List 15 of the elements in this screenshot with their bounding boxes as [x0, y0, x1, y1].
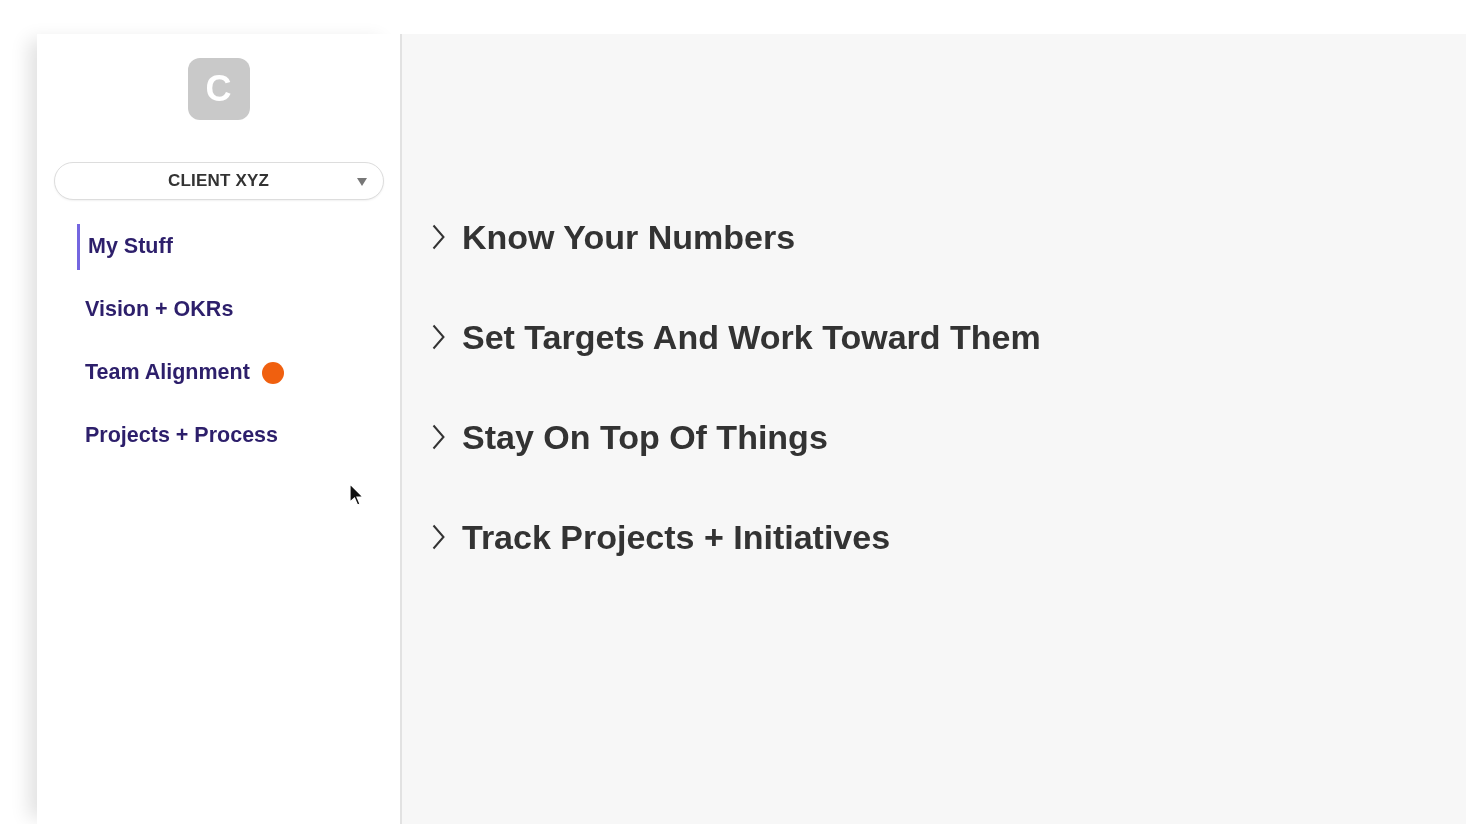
section-heading[interactable]: Track Projects + Initiatives	[462, 520, 891, 554]
nav-link[interactable]: My Stuff	[88, 236, 173, 258]
section-heading[interactable]: Stay On Top Of Things	[462, 420, 828, 454]
chevron-right-icon[interactable]	[432, 224, 445, 250]
caret-icon	[356, 178, 367, 186]
nav-link[interactable]: Team Alignment	[85, 362, 250, 384]
nav-link[interactable]: Vision + OKRs	[85, 299, 234, 321]
mouse-pointer-icon	[349, 483, 365, 507]
client-dropdown[interactable]: CLIENT XYZ	[53, 162, 384, 200]
section-heading[interactable]: Know Your Numbers	[462, 220, 796, 254]
nav-link[interactable]: Projects + Process	[85, 425, 279, 447]
chevron-right-icon[interactable]	[432, 524, 445, 550]
chevron-right-icon[interactable]	[432, 324, 445, 350]
chevron-right-icon[interactable]	[432, 424, 445, 450]
section-heading[interactable]: Set Targets And Work Toward Them	[462, 320, 1041, 354]
